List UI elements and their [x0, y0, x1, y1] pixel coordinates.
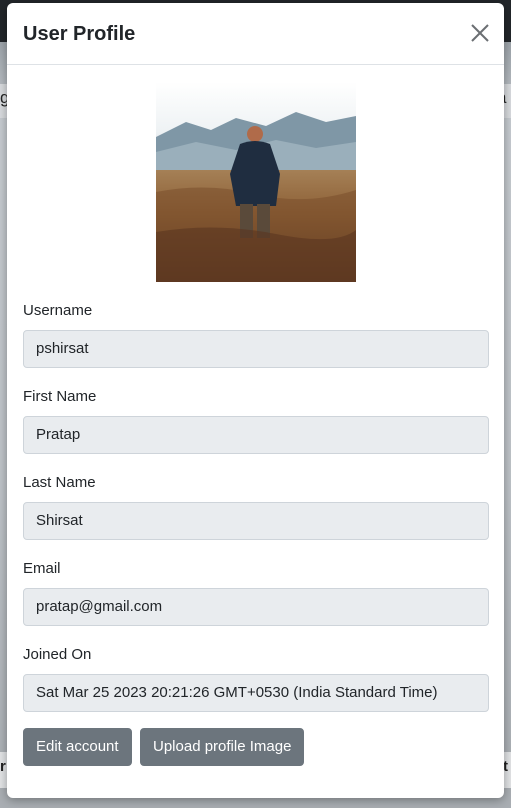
last-name-field[interactable]: Shirsat — [23, 502, 489, 540]
email-field[interactable]: pratap@gmail.com — [23, 588, 489, 626]
profile-photo — [156, 82, 356, 282]
background-text-left-bottom: r — [0, 758, 6, 775]
joined-on-label: Joined On — [23, 646, 92, 663]
modal-title: User Profile — [23, 23, 136, 45]
user-profile-modal: User Profile Username pshirsat First Nam… — [7, 3, 504, 798]
last-name-label: Last Name — [23, 474, 96, 491]
close-icon[interactable] — [468, 21, 492, 45]
first-name-label: First Name — [23, 388, 97, 405]
upload-profile-image-button[interactable]: Upload profile Image — [140, 728, 305, 766]
username-field[interactable]: pshirsat — [23, 330, 489, 368]
joined-on-field[interactable]: Sat Mar 25 2023 20:21:26 GMT+0530 (India… — [23, 674, 489, 712]
email-label: Email — [23, 560, 61, 577]
modal-header: User Profile — [7, 3, 504, 65]
first-name-field[interactable]: Pratap — [23, 416, 489, 454]
edit-account-button[interactable]: Edit account — [23, 728, 132, 766]
username-label: Username — [23, 302, 93, 319]
